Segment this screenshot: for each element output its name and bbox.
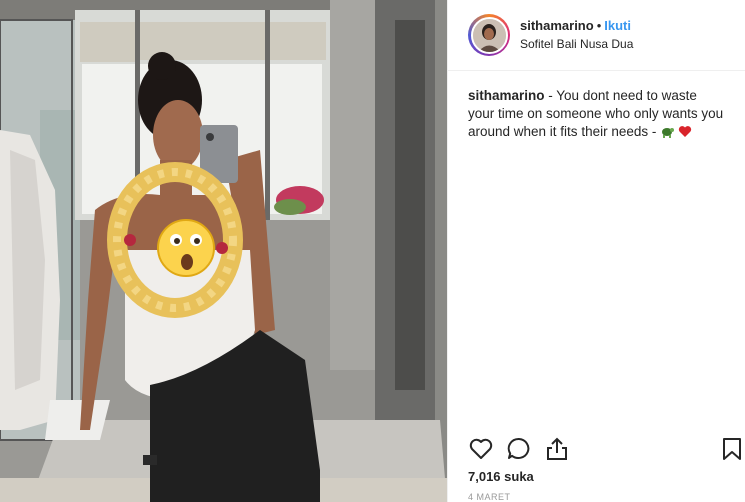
avatar-image (472, 18, 506, 52)
post-photo[interactable] (0, 0, 447, 502)
location-link[interactable]: Sofitel Bali Nusa Dua (520, 37, 633, 52)
like-count[interactable]: 7,016 suka (468, 469, 534, 484)
header-separator: • (596, 17, 602, 33)
header-text: sithamarino • Ikuti Sofitel Bali Nusa Dua (520, 18, 633, 52)
bookmark-icon (723, 438, 741, 460)
post-caption: sithamarino - You dont need to waste you… (448, 71, 745, 141)
bookmark-button[interactable] (719, 436, 745, 462)
share-icon (547, 437, 567, 460)
follow-button[interactable]: Ikuti (604, 18, 631, 33)
caption-username[interactable]: sithamarino (468, 88, 545, 103)
header-username[interactable]: sithamarino (520, 18, 594, 33)
heart-icon (469, 438, 493, 459)
post-header: sithamarino • Ikuti Sofitel Bali Nusa Dua (448, 0, 745, 71)
post-date: 4 MARET (468, 492, 511, 502)
comment-icon (507, 437, 530, 459)
avatar[interactable] (470, 16, 508, 54)
instagram-post: sithamarino • Ikuti Sofitel Bali Nusa Dua … (0, 0, 745, 502)
heart-emoji-icon (678, 126, 692, 137)
post-side-panel: sithamarino • Ikuti Sofitel Bali Nusa Dua … (447, 0, 745, 502)
like-button[interactable] (468, 436, 494, 462)
header-top-line: sithamarino • Ikuti (520, 18, 633, 34)
mirror-selfie-image (0, 0, 447, 502)
turtle-emoji-icon (662, 128, 675, 138)
post-actions (468, 436, 745, 464)
avatar-story-ring[interactable] (468, 14, 510, 56)
comment-button[interactable] (506, 436, 532, 462)
share-button[interactable] (544, 436, 570, 462)
